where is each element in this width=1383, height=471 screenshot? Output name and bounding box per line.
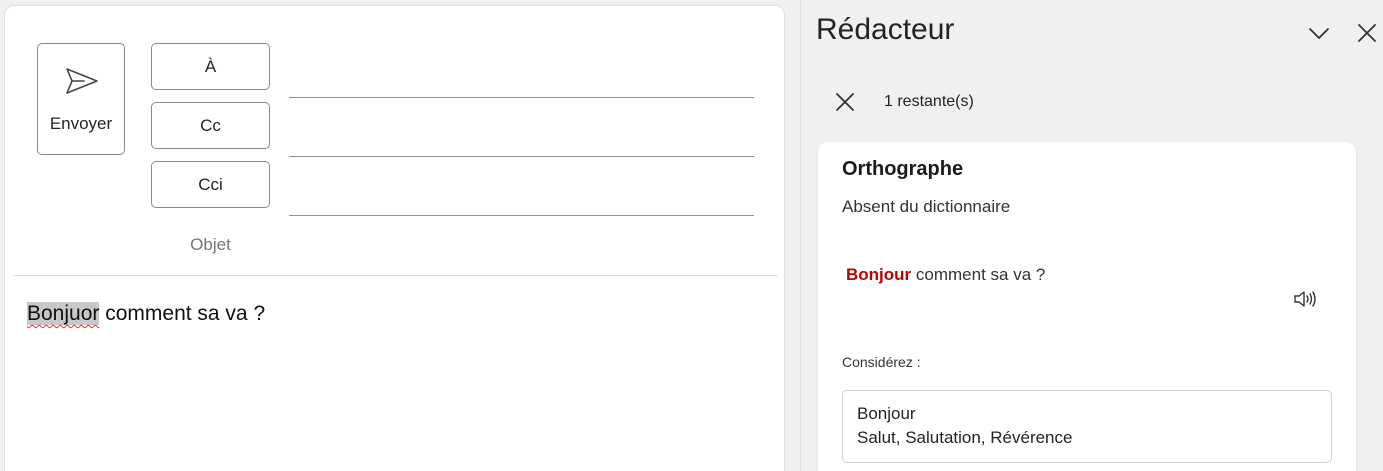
chevron-down-icon[interactable] [1306,20,1332,46]
compose-pane: Envoyer À Cc Cci Objet Bonjuor comment s… [4,5,785,471]
card-title: Orthographe [842,158,964,180]
suggestion-synonyms: Salut, Salutation, Révérence [857,428,1073,447]
spelling-card: Orthographe Absent du dictionnaire Bonjo… [818,142,1356,471]
misspelled-word[interactable]: Bonjuor [27,302,100,325]
suggestion-option[interactable]: Bonjour Salut, Salutation, Révérence [842,390,1332,463]
editor-title: Rédacteur [816,13,955,46]
subject-field[interactable] [289,231,758,263]
body-rest-text: comment sa va ? [99,302,266,325]
send-button[interactable]: Envoyer [37,43,125,155]
to-field[interactable] [289,56,758,98]
editor-pane: Rédacteur 1 restante(s) Orthographe Abse… [800,0,1383,471]
cc-field-underline [289,156,754,157]
header-divider [12,275,778,276]
bcc-field-underline [289,215,754,216]
remaining-count: 1 restante(s) [884,93,974,110]
cc-field[interactable] [289,115,758,157]
bcc-field[interactable] [289,174,758,216]
context-sentence: Bonjour comment sa va ? [846,265,1045,285]
card-subtitle: Absent du dictionnaire [842,197,1011,216]
send-label: Envoyer [49,114,113,133]
speaker-icon[interactable] [1292,288,1318,310]
close-icon[interactable] [1354,20,1380,46]
to-button[interactable]: À [151,43,270,90]
send-icon [66,68,98,94]
message-body[interactable]: Bonjuor comment sa va ? [27,302,265,326]
suggestion-word: Bonjour [857,404,916,423]
subject-label: Objet [190,235,231,254]
bcc-button[interactable]: Cci [151,161,270,208]
to-field-underline [289,97,754,98]
app-root: Envoyer À Cc Cci Objet Bonjuor comment s… [0,0,1383,471]
dismiss-icon[interactable] [834,91,856,113]
consider-label: Considérez : [842,354,921,370]
cc-button[interactable]: Cc [151,102,270,149]
context-rest: comment sa va ? [911,265,1046,284]
context-error-word: Bonjour [846,265,912,284]
